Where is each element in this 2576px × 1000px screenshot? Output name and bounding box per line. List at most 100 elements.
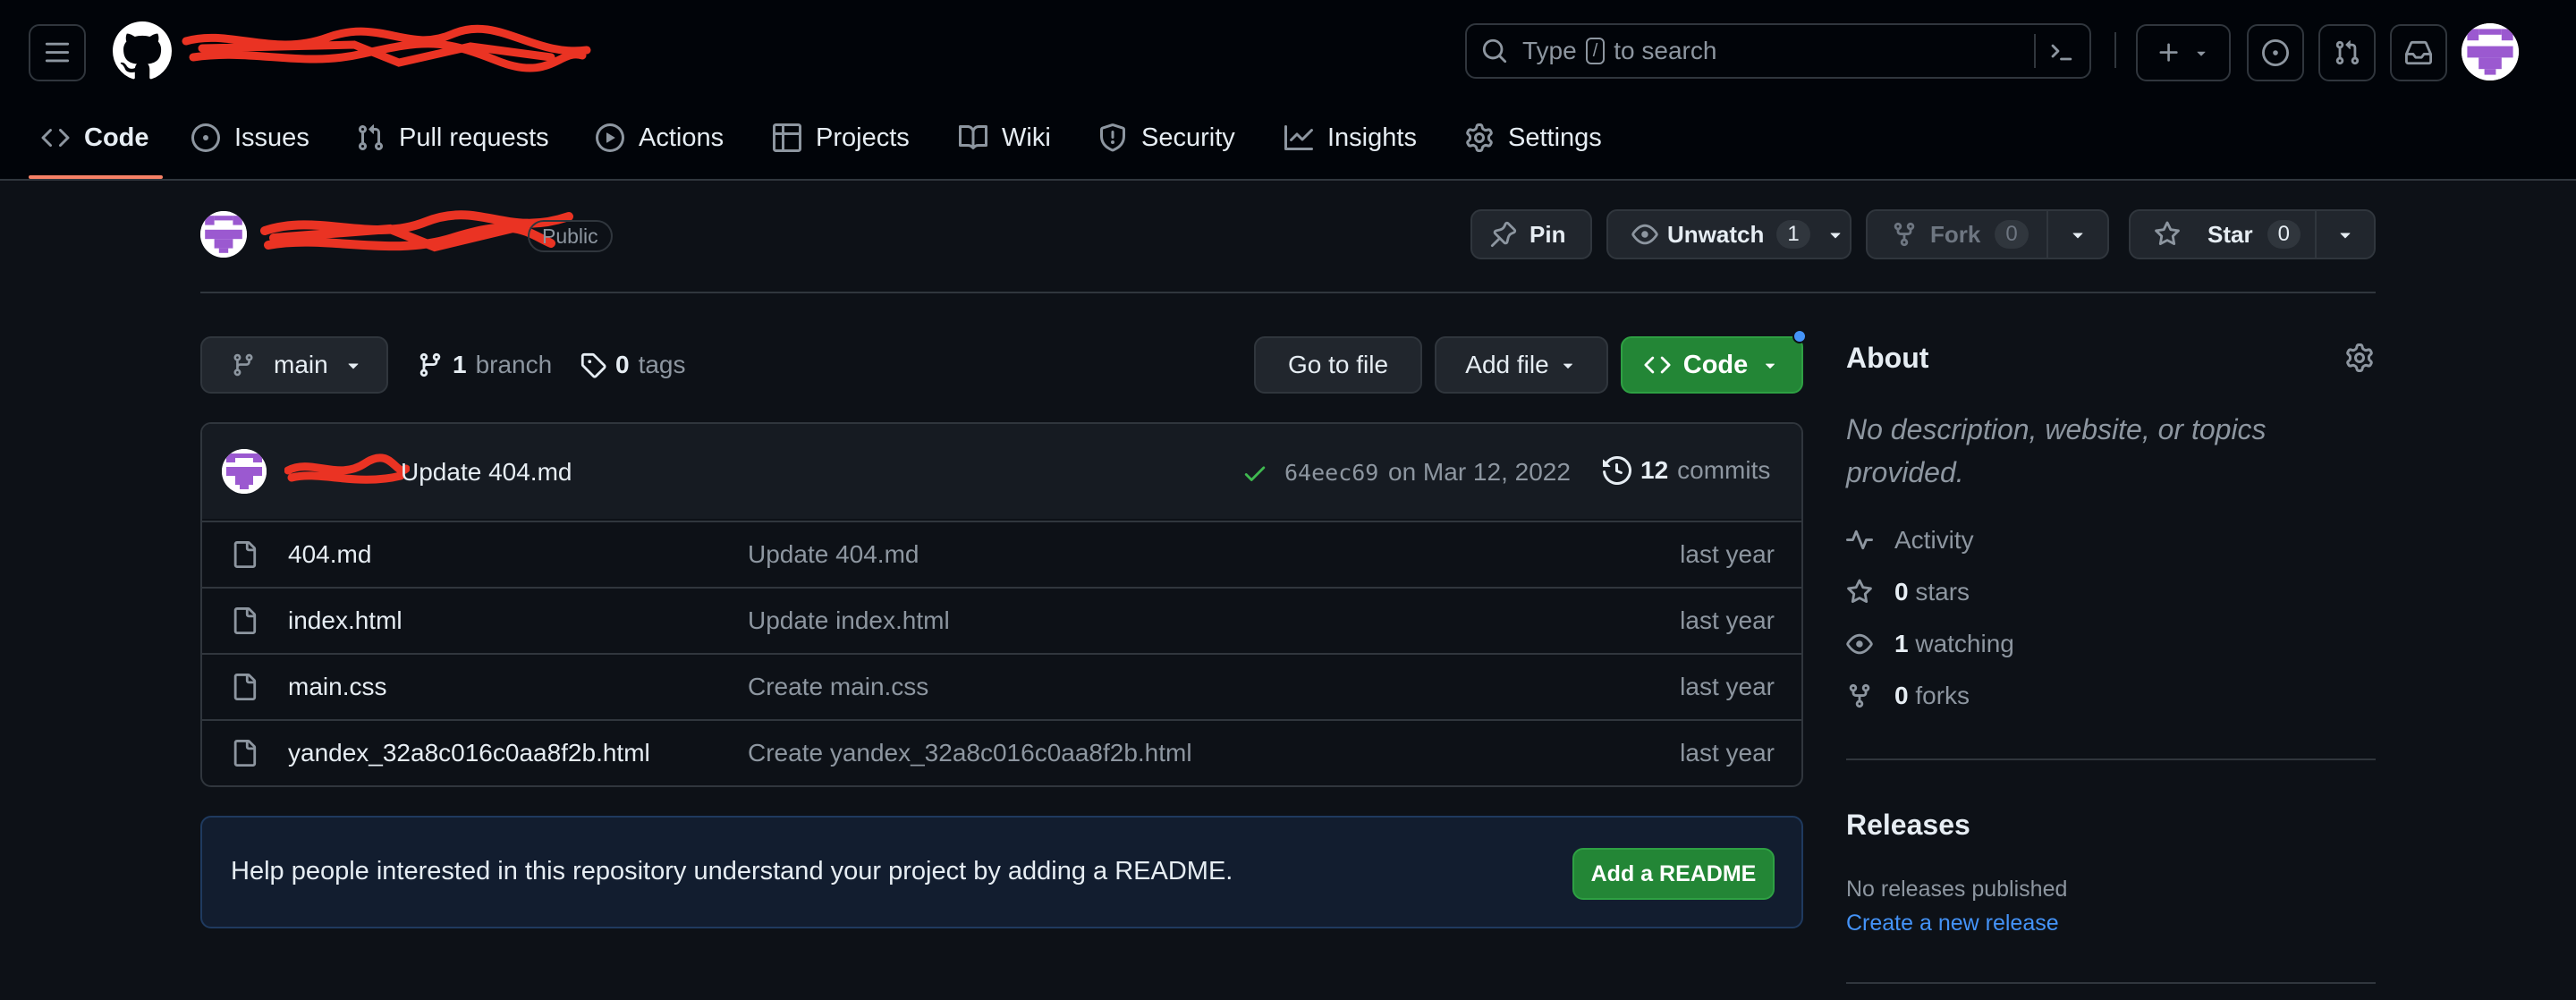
- search-input[interactable]: Type / to search: [1465, 23, 2091, 79]
- global-header: Type / to search Code Issues Pull reques…: [0, 0, 2576, 181]
- forks-label: forks: [1915, 682, 1970, 709]
- repo-path[interactable]: [182, 24, 596, 72]
- tab-actions[interactable]: Actions: [596, 114, 724, 161]
- pulse-icon: [1846, 530, 1873, 550]
- file-name[interactable]: 404.md: [288, 540, 371, 569]
- search-placeholder-prefix: Type: [1522, 37, 1577, 64]
- activity-link[interactable]: Activity: [1846, 526, 1974, 555]
- user-avatar[interactable]: [2462, 23, 2519, 81]
- tab-wiki-label: Wiki: [1002, 123, 1051, 152]
- fork-icon: [1894, 222, 1915, 247]
- file-commit-message[interactable]: Create yandex_32a8c016c0aa8f2b.html: [748, 739, 1192, 767]
- tab-code-label: Code: [84, 123, 149, 152]
- tab-actions-label: Actions: [639, 123, 724, 152]
- pull-request-icon: [2335, 40, 2360, 65]
- file-date: last year: [1680, 739, 1775, 767]
- file-icon: [233, 541, 257, 568]
- visibility-label: Public: [542, 224, 598, 248]
- github-logo[interactable]: [113, 21, 172, 81]
- git-branch-icon: [419, 352, 441, 377]
- fork-dropdown-button[interactable]: [2046, 209, 2109, 259]
- identicon-avatar: [200, 211, 247, 258]
- forks-link[interactable]: 0 forks: [1846, 682, 1970, 710]
- stars-link[interactable]: 0 stars: [1846, 578, 1970, 606]
- issues-shortcut-button[interactable]: [2247, 24, 2304, 81]
- star-dropdown-button[interactable]: [2315, 209, 2376, 259]
- watch-button[interactable]: Unwatch 1: [1606, 209, 1852, 259]
- no-releases-text: No releases published: [1846, 877, 2068, 902]
- latest-commit-bar: Update 404.md 64eec69 on Mar 12, 2022 12…: [202, 424, 1801, 519]
- file-commit-message[interactable]: Update index.html: [748, 606, 950, 635]
- visibility-badge: Public: [528, 220, 613, 252]
- create-new-button[interactable]: [2136, 24, 2231, 81]
- branches-link[interactable]: 1 branch: [417, 347, 552, 383]
- repo-owner-avatar[interactable]: [200, 211, 247, 258]
- create-release-link[interactable]: Create a new release: [1846, 911, 2059, 936]
- tab-code[interactable]: Code: [41, 114, 149, 161]
- pin-button[interactable]: Pin: [1470, 209, 1592, 259]
- file-icon: [233, 607, 257, 634]
- add-readme-button[interactable]: Add a README: [1572, 848, 1775, 900]
- tab-pull-requests[interactable]: Pull requests: [356, 114, 549, 161]
- caret-down-icon: [2072, 233, 2083, 239]
- commits-history-link[interactable]: 12 commits: [1603, 456, 1770, 485]
- tab-insights[interactable]: Insights: [1284, 114, 1417, 161]
- tab-security[interactable]: Security: [1098, 114, 1235, 161]
- file-date: last year: [1680, 540, 1775, 568]
- tab-wiki[interactable]: Wiki: [959, 114, 1051, 161]
- releases-title[interactable]: Releases: [1846, 809, 1970, 842]
- file-name[interactable]: yandex_32a8c016c0aa8f2b.html: [288, 739, 650, 767]
- repo-name[interactable]: [256, 208, 573, 261]
- file-commit-message[interactable]: Update 404.md: [748, 540, 919, 569]
- file-name[interactable]: index.html: [288, 606, 402, 635]
- go-to-file-label: Go to file: [1287, 351, 1389, 378]
- code-label: Code: [1682, 350, 1749, 379]
- eye-icon: [1631, 224, 1658, 245]
- commit-sha[interactable]: 64eec69: [1284, 460, 1378, 486]
- table-icon: [773, 123, 801, 152]
- commit-message[interactable]: Update 404.md: [401, 458, 572, 487]
- sidebar-divider: [1846, 982, 2376, 984]
- commits-count-label: commits: [1677, 456, 1771, 484]
- commit-date: on Mar 12, 2022: [1388, 458, 1571, 486]
- tab-issues[interactable]: Issues: [191, 114, 309, 161]
- shield-icon: [1100, 123, 1125, 152]
- file-name[interactable]: main.css: [288, 673, 386, 701]
- table-row[interactable]: yandex_32a8c016c0aa8f2b.html Create yand…: [200, 719, 1803, 785]
- table-row[interactable]: index.html Update index.html last year: [200, 587, 1803, 653]
- star-icon: [2155, 221, 2180, 246]
- redaction-scribble: [182, 24, 591, 72]
- branch-select-button[interactable]: main: [200, 336, 388, 394]
- watching-label: watching: [1915, 630, 2014, 657]
- go-to-file-button[interactable]: Go to file: [1254, 336, 1422, 394]
- plus-icon: [2159, 43, 2178, 62]
- fork-button[interactable]: Fork 0: [1866, 209, 2048, 259]
- redaction-scribble: [284, 453, 410, 484]
- commit-author-avatar[interactable]: [222, 449, 267, 494]
- inbox-button[interactable]: [2390, 24, 2447, 81]
- watching-link[interactable]: 1 watching: [1846, 630, 2014, 658]
- code-dropdown-button[interactable]: Code: [1621, 336, 1803, 394]
- tab-settings[interactable]: Settings: [1465, 114, 1602, 161]
- tab-projects[interactable]: Projects: [773, 114, 910, 161]
- file-date: last year: [1680, 673, 1775, 700]
- table-row[interactable]: main.css Create main.css last year: [200, 653, 1803, 719]
- caret-down-icon: [348, 363, 359, 369]
- command-palette-icon[interactable]: [2048, 38, 2075, 65]
- tab-projects-label: Projects: [816, 123, 910, 152]
- gear-icon[interactable]: [2345, 343, 2374, 372]
- forks-count: 0: [1894, 682, 1909, 709]
- caret-down-icon: [1830, 233, 1841, 239]
- star-button[interactable]: Star 0: [2129, 209, 2317, 259]
- menu-button[interactable]: [29, 24, 86, 81]
- watching-count: 1: [1894, 630, 1909, 657]
- add-file-button[interactable]: Add file: [1435, 336, 1608, 394]
- header-divider: [2114, 32, 2116, 68]
- branch-count: 1: [453, 351, 467, 378]
- file-commit-message[interactable]: Create main.css: [748, 673, 928, 701]
- tags-link[interactable]: 0 tags: [580, 347, 686, 383]
- pull-requests-shortcut-button[interactable]: [2318, 24, 2376, 81]
- table-row[interactable]: 404.md Update 404.md last year: [200, 521, 1803, 587]
- add-file-label: Add file: [1465, 351, 1549, 378]
- tab-pull-requests-label: Pull requests: [399, 123, 549, 152]
